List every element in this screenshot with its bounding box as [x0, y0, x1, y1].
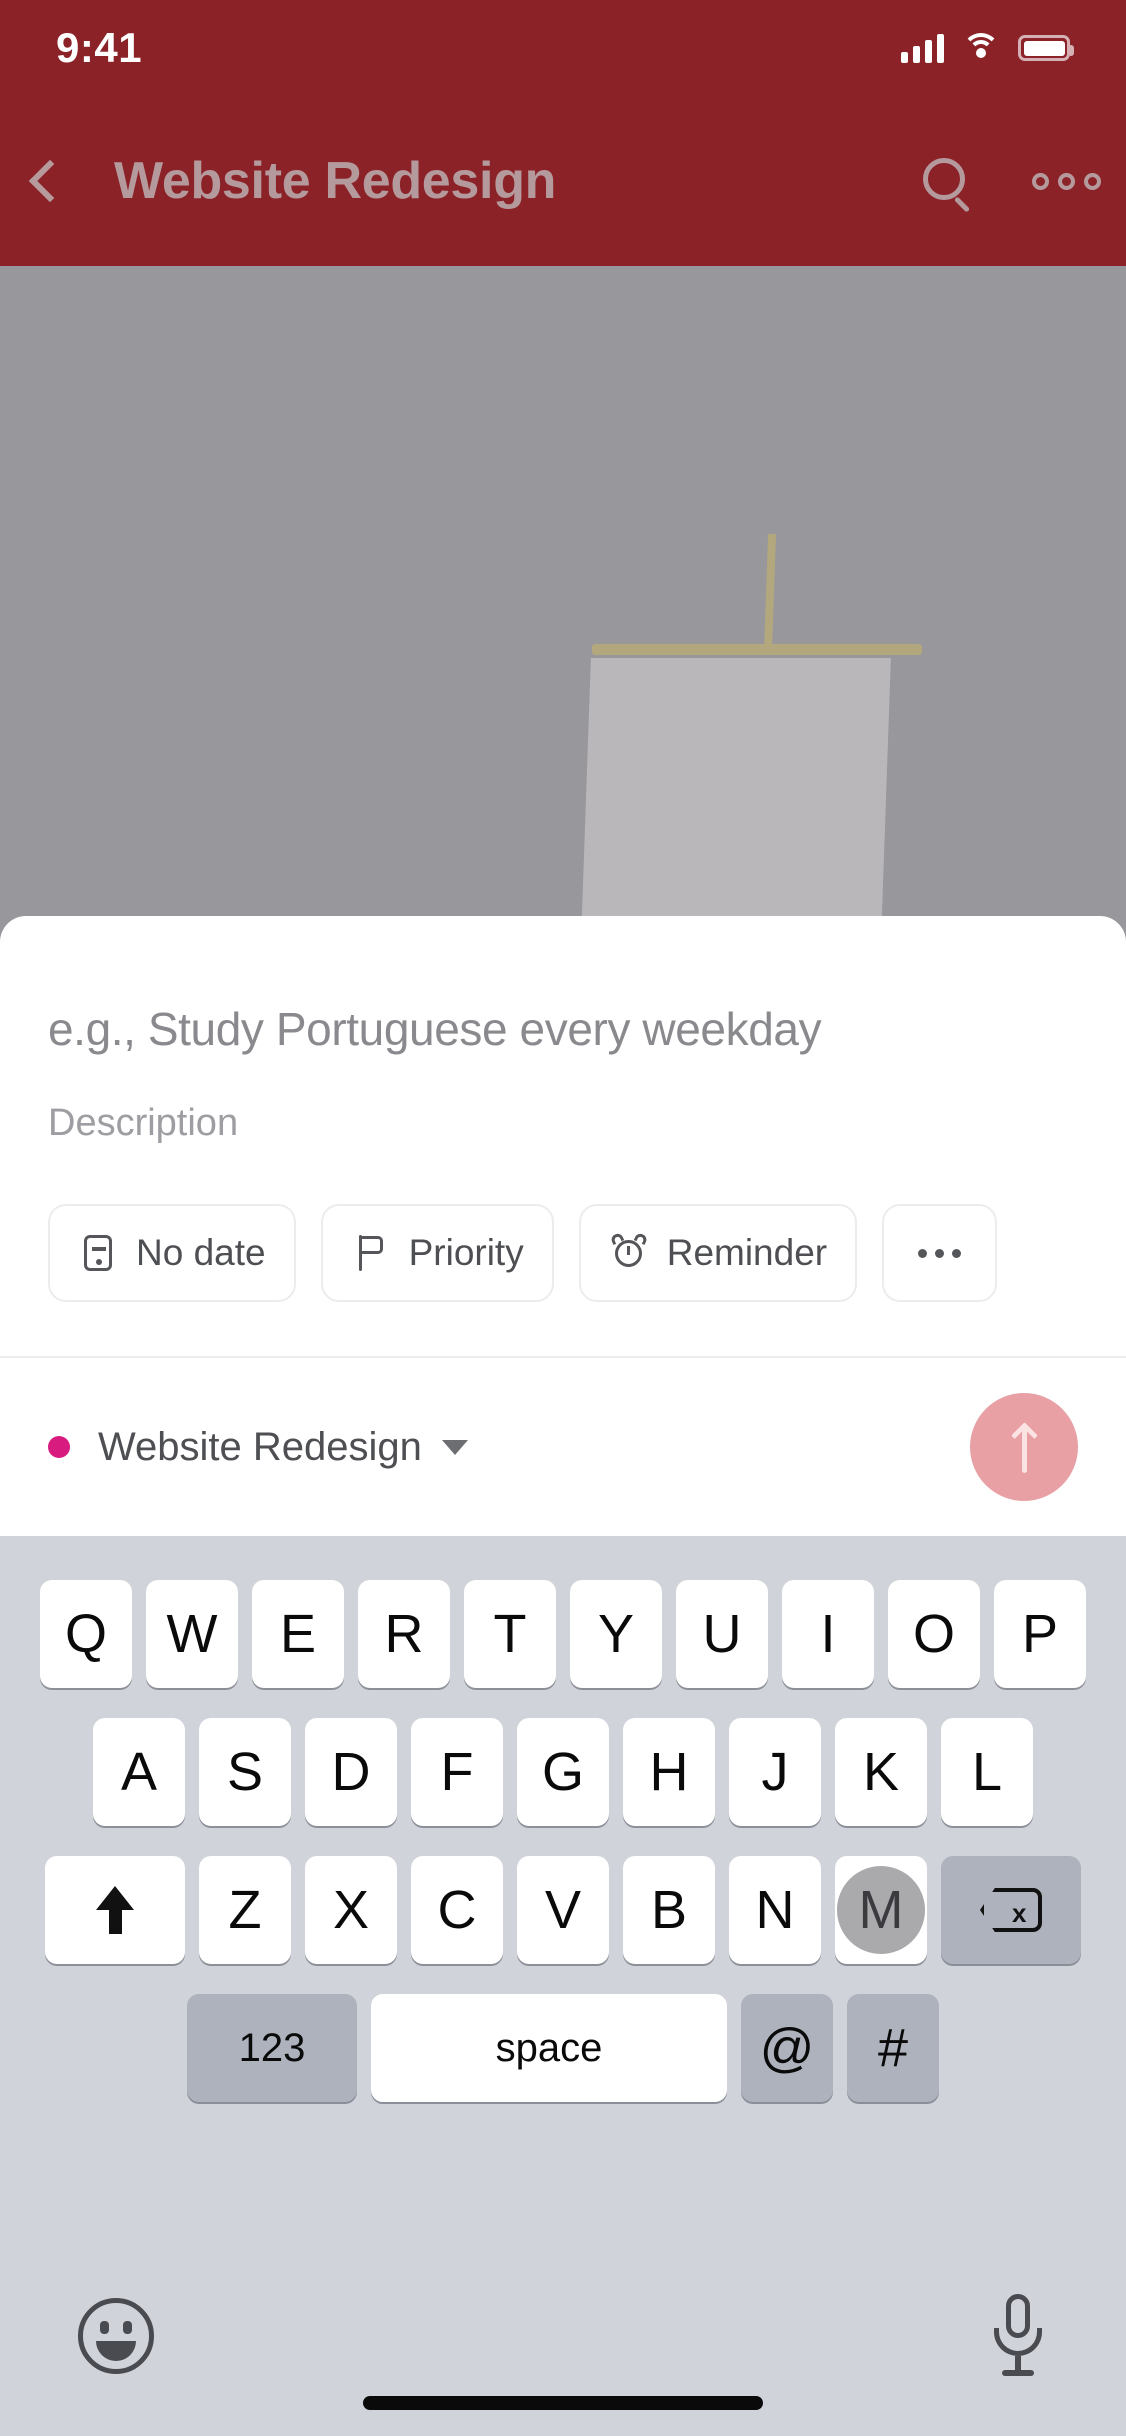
key-d[interactable]: D: [305, 1718, 397, 1826]
keyboard-row-1: Q W E R T Y U I O P: [0, 1536, 1126, 1688]
keyboard-row-4: 123 space @ #: [0, 1964, 1126, 2102]
key-e[interactable]: E: [252, 1580, 344, 1688]
key-b[interactable]: B: [623, 1856, 715, 1964]
key-h[interactable]: H: [623, 1718, 715, 1826]
key-m[interactable]: M: [835, 1856, 927, 1964]
key-g[interactable]: G: [517, 1718, 609, 1826]
status-bar: 9:41: [0, 0, 1126, 96]
shift-arrow-up-icon: [93, 1884, 137, 1936]
key-o[interactable]: O: [888, 1580, 980, 1688]
chip-reminder[interactable]: Reminder: [578, 1204, 858, 1302]
calendar-icon: [78, 1233, 118, 1273]
keyboard-row-2: A S D F G H J K L: [0, 1688, 1126, 1826]
key-i[interactable]: I: [782, 1580, 874, 1688]
arrow-up-icon: [1007, 1421, 1041, 1473]
key-q[interactable]: Q: [40, 1580, 132, 1688]
wifi-icon: [962, 33, 1000, 63]
search-icon: [923, 158, 971, 213]
key-j[interactable]: J: [729, 1718, 821, 1826]
key-y[interactable]: Y: [570, 1580, 662, 1688]
backspace-key[interactable]: x: [941, 1856, 1081, 1964]
project-name-label[interactable]: Website Redesign: [98, 1425, 422, 1470]
key-k[interactable]: K: [835, 1718, 927, 1826]
overflow-menu-button[interactable]: [1006, 172, 1126, 190]
alarm-clock-icon: [609, 1231, 649, 1273]
chip-no-date[interactable]: No date: [48, 1204, 296, 1302]
battery-icon: [1018, 35, 1074, 61]
microphone-icon[interactable]: [988, 2294, 1048, 2378]
emoji-smiley-icon[interactable]: [78, 2298, 154, 2374]
numbers-key[interactable]: 123: [187, 1994, 357, 2102]
keyboard-bottom-bar: [0, 2276, 1126, 2396]
key-v[interactable]: V: [517, 1856, 609, 1964]
app-screen: 9:41 Website Redesign e.g., Study Portug…: [0, 0, 1126, 2436]
search-button[interactable]: [886, 158, 1006, 213]
shift-key[interactable]: [45, 1856, 185, 1964]
task-composer-sheet: e.g., Study Portuguese every weekday Des…: [0, 916, 1126, 1536]
task-description-input[interactable]: Description: [48, 1102, 238, 1145]
back-button[interactable]: [0, 96, 100, 266]
key-z[interactable]: Z: [199, 1856, 291, 1964]
on-screen-keyboard: Q W E R T Y U I O P A S D F G H J K L Z: [0, 1536, 1126, 2436]
key-x[interactable]: X: [305, 1856, 397, 1964]
key-a[interactable]: A: [93, 1718, 185, 1826]
chip-more-options[interactable]: [882, 1204, 998, 1302]
keyboard-row-3: Z X C V B N M x: [0, 1826, 1126, 1964]
space-key[interactable]: space: [371, 1994, 727, 2102]
project-color-dot: [48, 1436, 70, 1458]
app-header: 9:41 Website Redesign: [0, 0, 1126, 266]
key-u[interactable]: U: [676, 1580, 768, 1688]
page-title: Website Redesign: [114, 152, 557, 210]
chevron-left-icon: [28, 159, 72, 203]
key-p[interactable]: P: [994, 1580, 1086, 1688]
more-horizontal-icon: [1031, 172, 1101, 190]
navigation-bar: Website Redesign: [0, 96, 1126, 266]
chip-priority[interactable]: Priority: [320, 1204, 554, 1302]
chevron-down-icon[interactable]: [441, 1439, 468, 1455]
more-horizontal-icon: [918, 1248, 962, 1258]
hero-overlay: [0, 266, 1126, 956]
flag-icon: [351, 1233, 391, 1273]
key-l[interactable]: L: [941, 1718, 1033, 1826]
key-w[interactable]: W: [146, 1580, 238, 1688]
key-t[interactable]: T: [464, 1580, 556, 1688]
chip-priority-label: Priority: [408, 1232, 524, 1273]
chip-no-date-label: No date: [136, 1232, 266, 1273]
key-n[interactable]: N: [729, 1856, 821, 1964]
status-bar-time: 9:41: [56, 24, 143, 71]
status-bar-indicators: [901, 33, 1074, 63]
key-c[interactable]: C: [411, 1856, 503, 1964]
task-name-input[interactable]: e.g., Study Portuguese every weekday: [48, 1002, 1086, 1056]
hero-illustration: [0, 266, 1126, 956]
signal-bars-icon: [901, 33, 944, 63]
chip-reminder-label: Reminder: [666, 1232, 828, 1273]
quick-action-chips: No date Priority Reminder: [48, 1204, 1086, 1302]
backspace-icon: x: [980, 1888, 1042, 1932]
key-r[interactable]: R: [358, 1580, 450, 1688]
project-selector-row: Website Redesign: [0, 1358, 1126, 1536]
hash-key[interactable]: #: [847, 1994, 939, 2102]
home-indicator: [363, 2396, 763, 2410]
at-key[interactable]: @: [741, 1994, 833, 2102]
key-s[interactable]: S: [199, 1718, 291, 1826]
key-f[interactable]: F: [411, 1718, 503, 1826]
send-task-button[interactable]: [970, 1393, 1078, 1501]
